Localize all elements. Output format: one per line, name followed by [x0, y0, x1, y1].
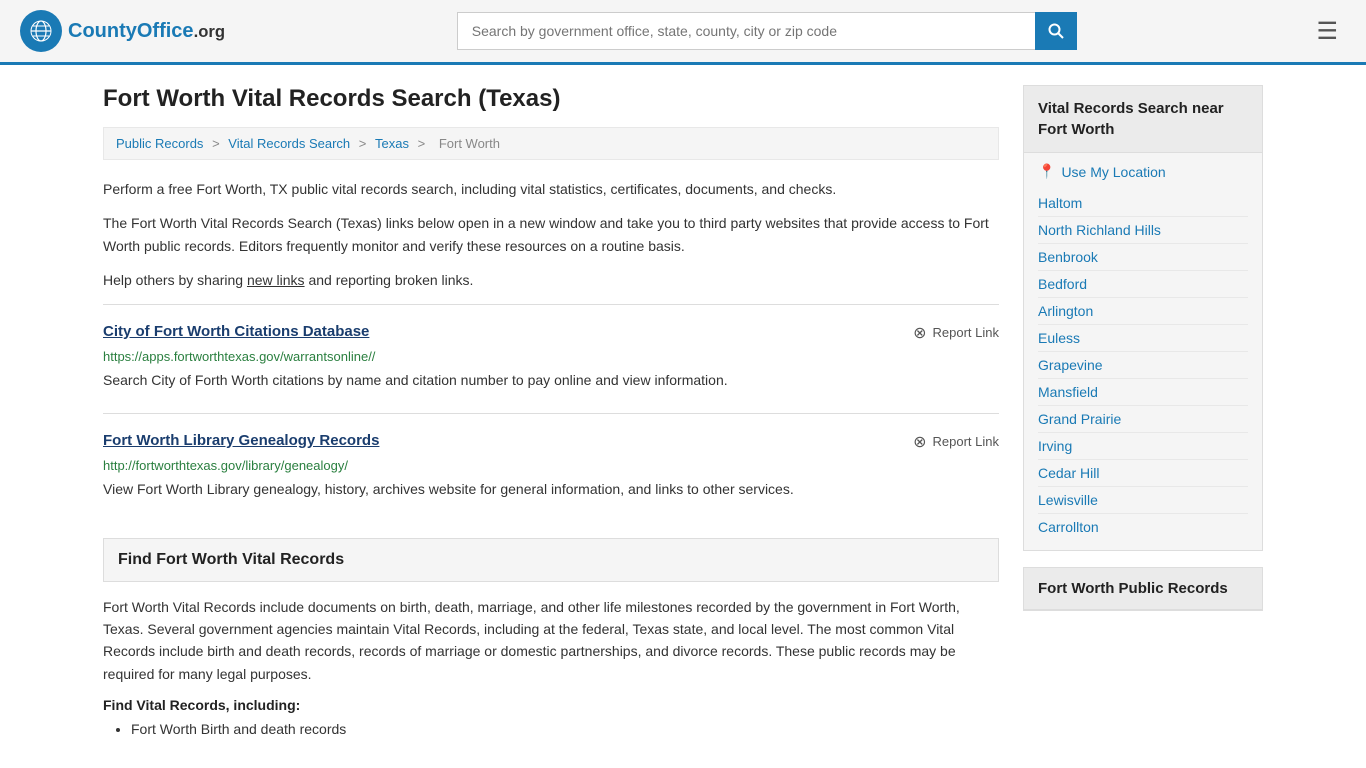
nearby-link-7[interactable]: Mansfield: [1038, 378, 1248, 405]
nearby-title: Vital Records Search near Fort Worth: [1024, 86, 1262, 153]
find-section-body: Fort Worth Vital Records include documen…: [103, 596, 999, 686]
nearby-link-6[interactable]: Grapevine: [1038, 351, 1248, 378]
page-title: Fort Worth Vital Records Search (Texas): [103, 85, 999, 113]
use-location-label: Use My Location: [1061, 164, 1165, 180]
search-area: [457, 12, 1077, 50]
public-records-title: Fort Worth Public Records: [1024, 568, 1262, 610]
search-button[interactable]: [1035, 12, 1077, 50]
nearby-content: 📍 Use My Location HaltomNorth Richland H…: [1024, 153, 1262, 550]
link-card-1: Fort Worth Library Genealogy Records ⊗ R…: [103, 413, 999, 518]
link-cards: City of Fort Worth Citations Database ⊗ …: [103, 304, 999, 518]
find-including-label: Find Vital Records, including:: [103, 697, 999, 713]
use-my-location-btn[interactable]: 📍 Use My Location: [1038, 163, 1248, 180]
site-header: CountyOffice.org ☰: [0, 0, 1366, 65]
breadcrumb-texas[interactable]: Texas: [375, 136, 409, 151]
nearby-link-0[interactable]: Haltom: [1038, 190, 1248, 216]
header-right: ☰: [1308, 13, 1346, 50]
nearby-box: Vital Records Search near Fort Worth 📍 U…: [1023, 85, 1263, 551]
find-section-title: Find Fort Worth Vital Records: [118, 551, 984, 569]
description-2: The Fort Worth Vital Records Search (Tex…: [103, 212, 999, 257]
nearby-link-10[interactable]: Cedar Hill: [1038, 459, 1248, 486]
bullet-list: Fort Worth Birth and death records: [103, 721, 999, 737]
report-label-1: Report Link: [933, 434, 999, 449]
public-records-box: Fort Worth Public Records: [1023, 567, 1263, 611]
description-1: Perform a free Fort Worth, TX public vit…: [103, 178, 999, 200]
new-links-link[interactable]: new links: [247, 272, 305, 288]
nearby-links: HaltomNorth Richland HillsBenbrookBedfor…: [1038, 190, 1248, 540]
sidebar: Vital Records Search near Fort Worth 📍 U…: [1023, 85, 1263, 741]
nearby-link-4[interactable]: Arlington: [1038, 297, 1248, 324]
description-3: Help others by sharing new links and rep…: [103, 269, 999, 291]
report-link-1[interactable]: ⊗ Report Link: [913, 432, 999, 452]
menu-button[interactable]: ☰: [1308, 13, 1346, 50]
desc3-post: and reporting broken links.: [305, 272, 474, 288]
nearby-link-1[interactable]: North Richland Hills: [1038, 216, 1248, 243]
logo-icon: [20, 10, 62, 52]
link-url-0[interactable]: https://apps.fortworthtexas.gov/warrants…: [103, 349, 999, 364]
report-link-0[interactable]: ⊗ Report Link: [913, 323, 999, 343]
nearby-link-9[interactable]: Irving: [1038, 432, 1248, 459]
breadcrumb-sep-1: >: [212, 136, 223, 151]
nearby-link-8[interactable]: Grand Prairie: [1038, 405, 1248, 432]
breadcrumb-vital-records[interactable]: Vital Records Search: [228, 136, 350, 151]
report-icon-0: ⊗: [913, 323, 926, 343]
breadcrumb: Public Records > Vital Records Search > …: [103, 127, 999, 160]
link-card-title-0[interactable]: City of Fort Worth Citations Database: [103, 323, 369, 340]
breadcrumb-sep-3: >: [418, 136, 429, 151]
page-wrapper: Fort Worth Vital Records Search (Texas) …: [83, 65, 1283, 761]
report-label-0: Report Link: [933, 325, 999, 340]
breadcrumb-fort-worth: Fort Worth: [439, 136, 500, 151]
search-input[interactable]: [457, 12, 1035, 50]
desc3-pre: Help others by sharing: [103, 272, 247, 288]
logo-area: CountyOffice.org: [20, 10, 225, 52]
link-card-header-0: City of Fort Worth Citations Database ⊗ …: [103, 323, 999, 343]
find-section-header: Find Fort Worth Vital Records: [103, 538, 999, 582]
logo-text: CountyOffice.org: [68, 20, 225, 43]
nearby-link-3[interactable]: Bedford: [1038, 270, 1248, 297]
nearby-link-11[interactable]: Lewisville: [1038, 486, 1248, 513]
link-desc-1: View Fort Worth Library genealogy, histo…: [103, 479, 999, 500]
nearby-link-5[interactable]: Euless: [1038, 324, 1248, 351]
link-desc-0: Search City of Forth Worth citations by …: [103, 370, 999, 391]
link-card-title-1[interactable]: Fort Worth Library Genealogy Records: [103, 432, 379, 449]
nearby-link-2[interactable]: Benbrook: [1038, 243, 1248, 270]
link-card-0: City of Fort Worth Citations Database ⊗ …: [103, 304, 999, 409]
link-card-header-1: Fort Worth Library Genealogy Records ⊗ R…: [103, 432, 999, 452]
nearby-link-12[interactable]: Carrollton: [1038, 513, 1248, 540]
report-icon-1: ⊗: [913, 432, 926, 452]
link-url-1[interactable]: http://fortworthtexas.gov/library/geneal…: [103, 458, 999, 473]
location-icon: 📍: [1038, 163, 1055, 180]
breadcrumb-sep-2: >: [359, 136, 370, 151]
breadcrumb-public-records[interactable]: Public Records: [116, 136, 203, 151]
bullet-item-0: Fort Worth Birth and death records: [131, 721, 999, 737]
main-content: Fort Worth Vital Records Search (Texas) …: [103, 85, 999, 741]
